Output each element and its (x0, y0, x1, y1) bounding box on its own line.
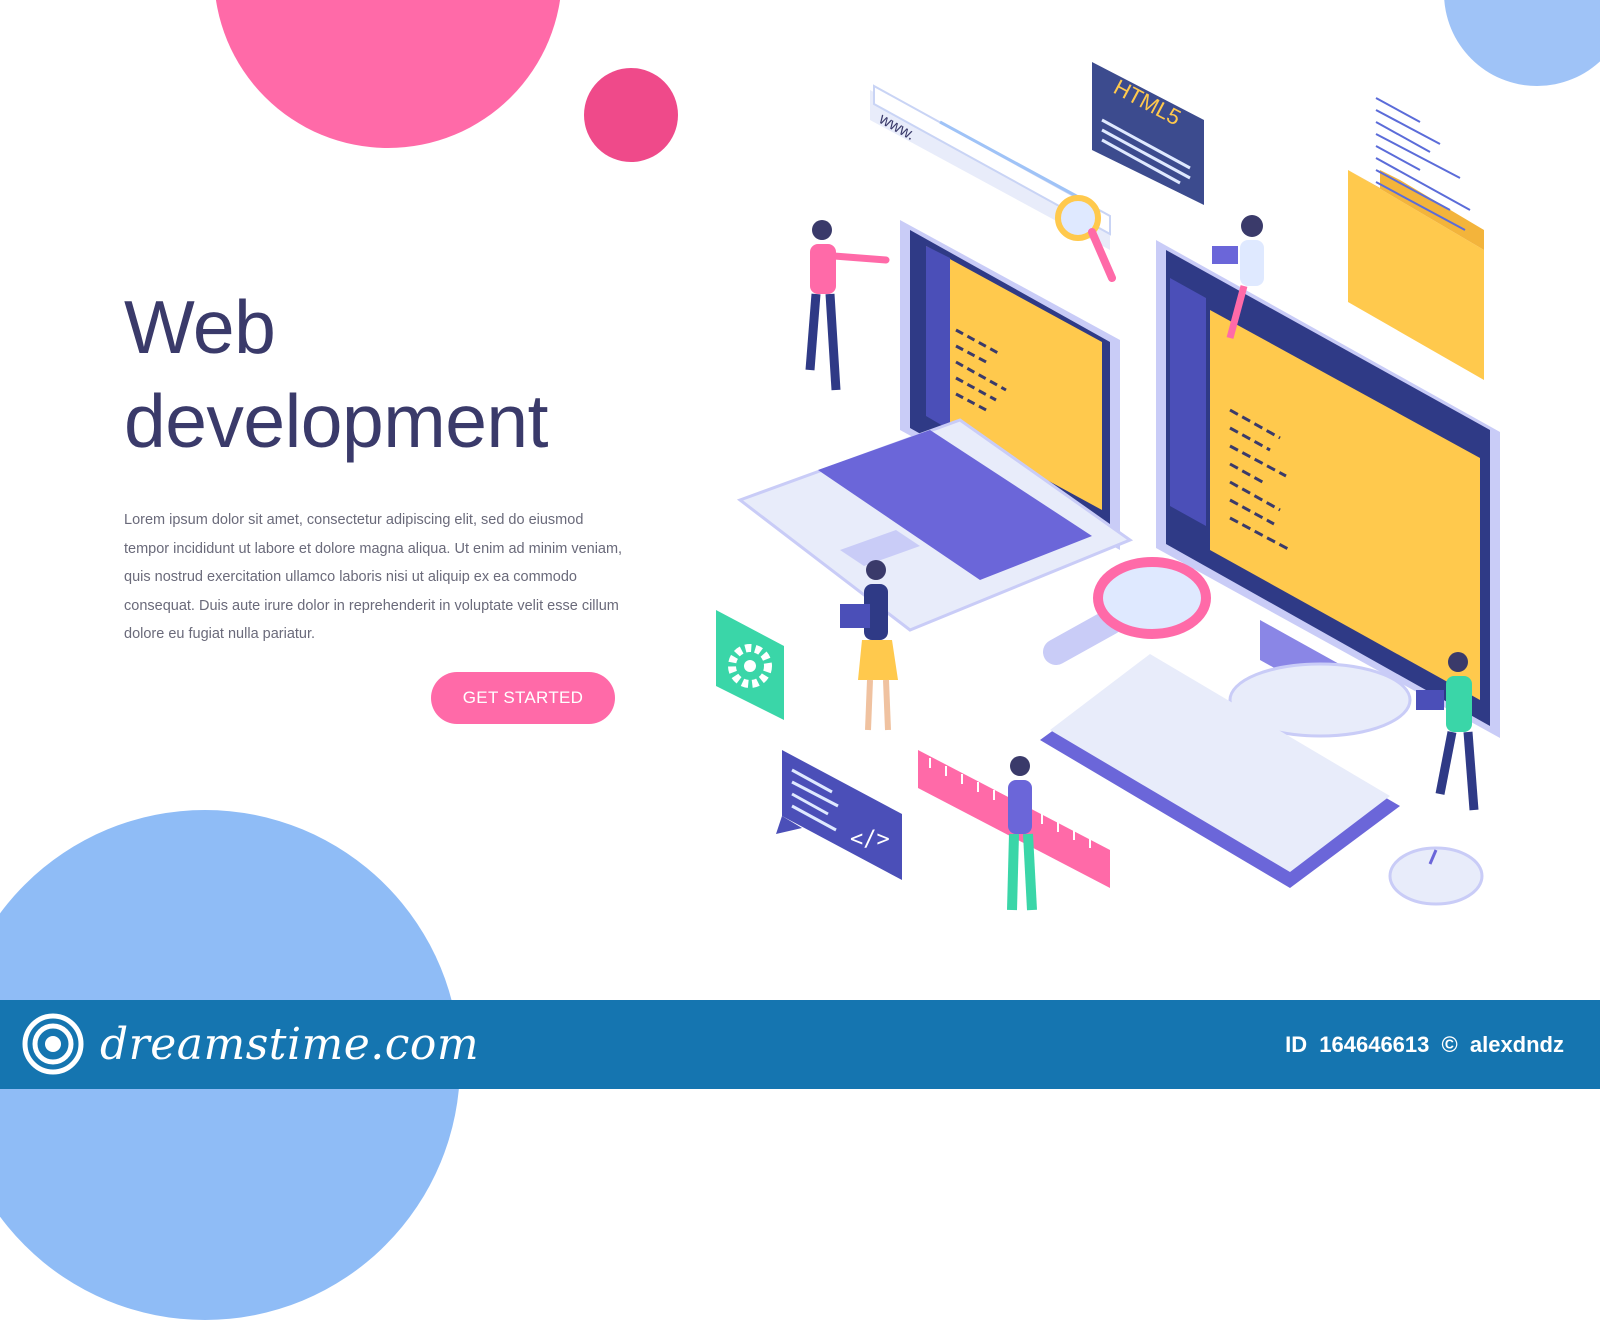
laptop-icon (736, 220, 1134, 632)
mouse-icon (1388, 846, 1484, 906)
web-development-illustration: www. HTML5 </> (716, 62, 1500, 911)
spiral-logo-icon (22, 1013, 84, 1075)
brand-logo[interactable]: dreamstime.com (22, 1013, 479, 1075)
magnifier-icon (1043, 557, 1211, 665)
footer-bar: dreamstime.com ID 164646613 © alexdndz (0, 1000, 1600, 1089)
gear-icon (716, 610, 784, 720)
get-started-button[interactable]: GET STARTED (431, 672, 615, 724)
id-value: 164646613 (1319, 1032, 1430, 1057)
hero-title-line1: Web (124, 285, 276, 369)
copyright-symbol: © (1441, 1032, 1458, 1057)
author-name: alexdndz (1469, 1032, 1564, 1057)
hero-title: Web development (124, 280, 644, 468)
code-icon: </> (776, 750, 902, 880)
html5-badge: HTML5 (1092, 62, 1204, 205)
brand-name: dreamstime.com (100, 1018, 480, 1070)
stock-id: ID 164646613 © alexdndz (1285, 1032, 1570, 1058)
person-pointing (805, 220, 890, 391)
hero-section: Web development Lorem ipsum dolor sit am… (124, 280, 644, 649)
id-label: ID (1285, 1032, 1308, 1057)
decorative-circle-pink (214, 0, 562, 148)
svg-text:</>: </> (850, 827, 890, 852)
hero-description: Lorem ipsum dolor sit amet, consectetur … (124, 512, 623, 642)
hero-title-line2: development (124, 379, 548, 463)
decorative-circle-pink-small (584, 68, 678, 162)
